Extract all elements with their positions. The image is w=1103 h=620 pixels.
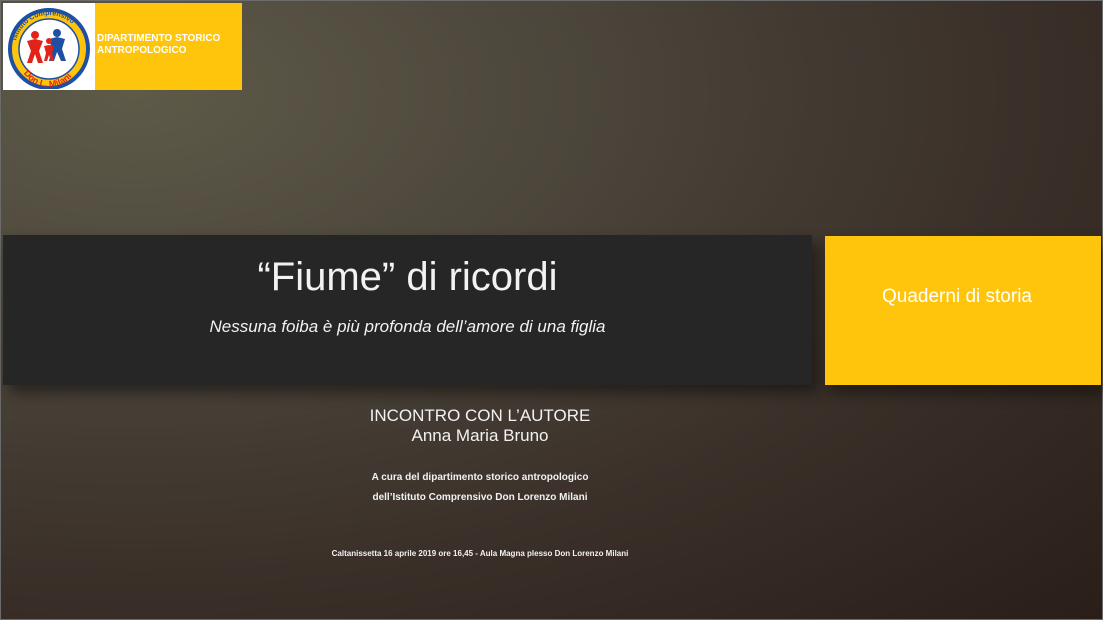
series-box: Quaderni di storia: [825, 236, 1101, 385]
curated-line-1: A cura del dipartimento storico antropol…: [371, 472, 589, 483]
event-heading: INCONTRO CON L’AUTORE: [369, 406, 591, 425]
series-label: Quaderni di storia: [882, 286, 1032, 307]
department-label: DIPARTIMENTO STORICO ANTROPOLOGICO: [97, 33, 221, 56]
school-logo: Istituto Comprensivo Don L. Milani: [3, 3, 95, 90]
curated-line-2: dell’Istituto Comprensivo Don Lorenzo Mi…: [372, 492, 588, 503]
department-box: DIPARTIMENTO STORICO ANTROPOLOGICO: [95, 3, 242, 90]
title-band: “Fiume” di ricordi Nessuna foiba è più p…: [3, 235, 812, 385]
school-logo-emblem: Istituto Comprensivo Don L. Milani: [8, 7, 90, 89]
slide-title: “Fiume” di ricordi: [257, 255, 558, 299]
author-name: Anna Maria Bruno: [411, 426, 549, 445]
slide-subtitle: Nessuna foiba è più profonda dell’amore …: [209, 317, 606, 336]
event-footer: Caltanissetta 16 aprile 2019 ore 16,45 -…: [331, 549, 629, 558]
